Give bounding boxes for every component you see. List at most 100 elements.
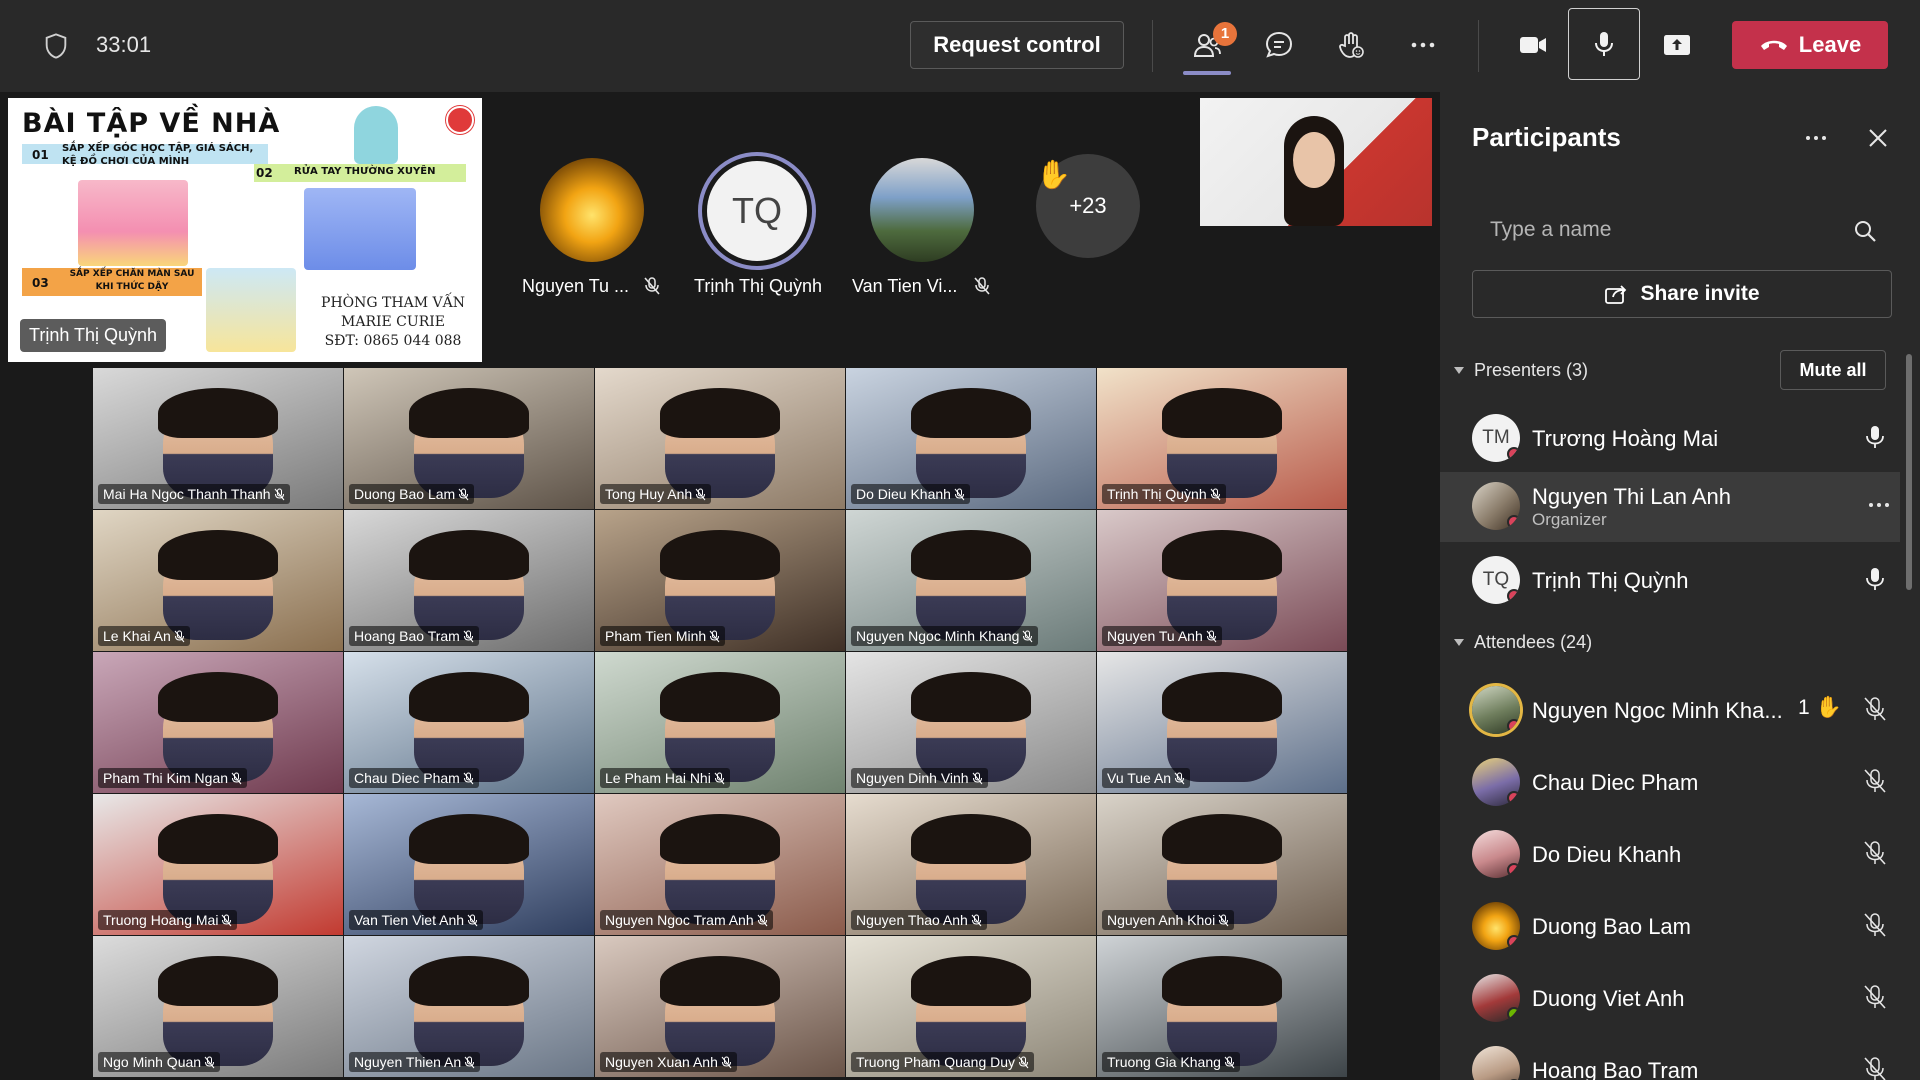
toolbar-divider (1478, 20, 1479, 72)
video-name-label: Nguyen Anh Khoi (1102, 910, 1235, 930)
close-icon[interactable] (1862, 122, 1894, 154)
participant-row[interactable]: Nguyen Thi Lan Anh Organizer (1440, 472, 1900, 542)
video-tile[interactable]: Vu Tue An (1097, 652, 1347, 793)
video-tile[interactable]: Pham Tien Minh (595, 510, 845, 651)
video-tile[interactable]: Truong Pham Quang Duy (846, 936, 1096, 1077)
participant-name: Trịnh Thị Quỳnh (1107, 486, 1207, 502)
participant-row[interactable]: Chau Diec Pham (1440, 748, 1900, 816)
participant-name: Chau Diec Pham (354, 770, 460, 786)
active-tab-indicator (1183, 71, 1231, 75)
video-tile[interactable]: Le Khai An (93, 510, 343, 651)
video-tile[interactable]: Nguyen Dinh Vinh (846, 652, 1096, 793)
video-tile[interactable]: Tong Huy Anh (595, 368, 845, 509)
participant-name: Nguyen Thao Anh (856, 912, 968, 928)
participant-row[interactable]: Hoang Bao Tram (1440, 1036, 1900, 1080)
participant-hair (158, 813, 278, 865)
video-tile[interactable]: Le Pham Hai Nhi (595, 652, 845, 793)
participant-name: Le Khai An (103, 628, 171, 644)
mic-off-icon (709, 630, 720, 642)
participant-row[interactable]: Do Dieu Khanh (1440, 820, 1900, 888)
search-input[interactable] (1472, 206, 1892, 254)
participant-hair (158, 671, 278, 723)
participant-name: Nguyen Xuan Anh (605, 1054, 718, 1070)
video-name-label: Van Tien Viet Anh (349, 910, 484, 930)
attendees-section-header[interactable]: Attendees (24) (1454, 632, 1592, 653)
avatar (1472, 482, 1520, 530)
mic-off-icon (721, 1056, 732, 1068)
video-tile[interactable]: Nguyen Thien An (344, 936, 594, 1077)
bookshelf-illustration (78, 180, 188, 266)
mic-off-icon (1174, 772, 1185, 784)
video-tile[interactable]: Nguyen Thao Anh (846, 794, 1096, 935)
participant-name: Duong Bao Lam (1532, 914, 1691, 939)
participant-row[interactable]: Nguyen Ngoc Minh Kha... 1 ✋ (1440, 676, 1900, 744)
video-tile[interactable]: Duong Bao Lam (344, 368, 594, 509)
presenters-section-header[interactable]: Presenters (3) (1454, 360, 1588, 381)
meeting-stage: BÀI TẬP VỀ NHÀ 01 SẮP XẾP GÓC HỌC TẬP, G… (0, 92, 1440, 1080)
video-tile[interactable]: Truong Gia Khang (1097, 936, 1347, 1077)
video-tile[interactable]: Do Dieu Khanh (846, 368, 1096, 509)
reactions-button[interactable] (1328, 22, 1374, 68)
meeting-timer: 33:01 (96, 32, 152, 57)
video-tile[interactable]: Mai Ha Ngoc Thanh Thanh (93, 368, 343, 509)
mute-all-button[interactable]: Mute all (1780, 350, 1886, 390)
video-tile[interactable]: Nguyen Ngoc Tram Anh (595, 794, 845, 935)
item-number: 02 (256, 166, 273, 180)
mic-off-icon (463, 772, 474, 784)
speaking-participant-avatar[interactable]: TQ (698, 152, 816, 270)
video-tile[interactable]: Hoang Bao Tram (344, 510, 594, 651)
share-screen-button[interactable] (1654, 22, 1700, 68)
microphone-button[interactable] (1568, 8, 1640, 80)
camera-button[interactable] (1510, 22, 1556, 68)
video-tile[interactable]: Nguyen Anh Khoi (1097, 794, 1347, 935)
share-invite-button[interactable]: Share invite (1472, 270, 1892, 318)
mic-off-icon (1206, 630, 1217, 642)
mic-off-icon (1023, 630, 1033, 642)
search-icon[interactable] (1852, 218, 1878, 244)
more-options-icon[interactable] (1864, 492, 1894, 518)
video-tile[interactable]: Van Tien Viet Anh (344, 794, 594, 935)
chat-button[interactable] (1256, 22, 1302, 68)
contact-line: PHÒNG THAM VẤN (321, 295, 465, 311)
participant-name: Pham Thi Kim Ngan (103, 770, 229, 786)
video-camera-icon (1520, 37, 1546, 53)
participant-avatar[interactable] (540, 158, 644, 262)
mic-off-icon (1864, 769, 1886, 793)
video-tile[interactable]: Nguyen Tu Anh (1097, 510, 1347, 651)
share-screen-icon (1664, 35, 1690, 55)
video-tile[interactable]: Truong Hoang Mai (93, 794, 343, 935)
video-tile[interactable]: Pham Thi Kim Ngan (93, 652, 343, 793)
panel-scrollbar[interactable] (1906, 354, 1912, 590)
item-number: 01 (32, 148, 49, 162)
participant-row[interactable]: TQ Trịnh Thị Quỳnh (1440, 546, 1900, 614)
video-name-label: Ngo Minh Quan (98, 1052, 221, 1072)
mic-off-icon (467, 914, 478, 926)
participant-hair (1162, 671, 1282, 723)
video-tile[interactable]: Chau Diec Pham (344, 652, 594, 793)
more-options-icon[interactable] (1800, 122, 1832, 154)
more-actions-button[interactable] (1400, 22, 1446, 68)
participant-hair (409, 813, 529, 865)
chat-icon (1265, 31, 1293, 58)
participant-name: Nguyen Anh Khoi (1107, 912, 1216, 928)
share-invite-label: Share invite (1640, 282, 1760, 305)
shared-content-tile[interactable]: BÀI TẬP VỀ NHÀ 01 SẮP XẾP GÓC HỌC TẬP, G… (8, 98, 482, 362)
participant-name: Mai Ha Ngoc Thanh Thanh (103, 486, 271, 502)
video-tile[interactable]: Nguyen Ngoc Minh Khang (846, 510, 1096, 651)
video-tile[interactable]: Nguyen Xuan Anh (595, 936, 845, 1077)
leave-button[interactable]: Leave (1732, 21, 1888, 69)
video-tile[interactable]: Trịnh Thị Quỳnh (1097, 368, 1347, 509)
request-control-button[interactable]: Request control (910, 21, 1124, 69)
mic-off-icon (222, 914, 232, 926)
participant-name: Do Dieu Khanh (1532, 842, 1682, 867)
video-tile[interactable]: Ngo Minh Quan (93, 936, 343, 1077)
self-video-preview[interactable] (1200, 98, 1432, 226)
participant-row[interactable]: TM Trương Hoàng Mai (1440, 404, 1900, 472)
participant-hair (158, 529, 278, 581)
participant-row[interactable]: Duong Viet Anh (1440, 964, 1900, 1032)
mic-off-icon (1864, 985, 1886, 1009)
participant-row[interactable]: Duong Bao Lam (1440, 892, 1900, 960)
video-name-label: Chau Diec Pham (349, 768, 479, 788)
mic-off-icon (1210, 488, 1220, 500)
participant-avatar[interactable] (870, 158, 974, 262)
